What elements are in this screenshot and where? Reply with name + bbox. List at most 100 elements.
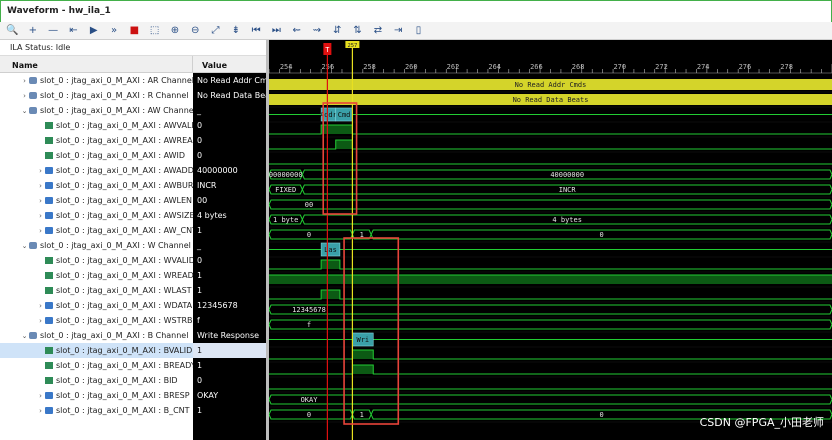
chevron-right-icon[interactable]: › xyxy=(20,74,29,88)
signal-value: 12345678 xyxy=(197,301,238,310)
transaction-label: Las xyxy=(324,246,337,254)
bus-value-label: FIXED xyxy=(275,186,296,194)
waveform-svg[interactable]: 254256258260262264266268270272274276278N… xyxy=(269,40,832,440)
chevron-right-icon[interactable]: › xyxy=(36,209,45,223)
zoom-minus-icon[interactable]: — xyxy=(46,23,61,38)
signal-row[interactable]: › slot_0 : jtag_axi_0_M_AXI : BRESP xyxy=(0,388,193,403)
signal-row[interactable]: slot_0 : jtag_axi_0_M_AXI : BREADY xyxy=(0,358,193,373)
high-level-fill xyxy=(335,140,353,149)
bus-value-label: 4 bytes xyxy=(552,216,582,224)
fit-window-icon[interactable]: ⤢ xyxy=(208,23,223,38)
signal-row[interactable]: slot_0 : jtag_axi_0_M_AXI : BVALID xyxy=(0,343,193,358)
signal-value: 0 xyxy=(197,121,203,130)
bus-segment[interactable] xyxy=(269,394,832,405)
disabled-icon[interactable]: ▯ xyxy=(411,23,426,38)
chevron-down-icon[interactable]: ⌄ xyxy=(20,104,29,118)
signal-row[interactable]: › slot_0 : jtag_axi_0_M_AXI : AWLEN xyxy=(0,193,193,208)
snap-icon[interactable]: ⇥ xyxy=(391,23,406,38)
signal-row[interactable]: › slot_0 : jtag_axi_0_M_AXI : AWADDR xyxy=(0,163,193,178)
signal-row[interactable]: ⌄ slot_0 : jtag_axi_0_M_AXI : AW Channel xyxy=(0,103,193,118)
status-bar-label: No Read Addr Cmds xyxy=(515,81,587,89)
signal-row[interactable]: › slot_0 : jtag_axi_0_M_AXI : AWSIZE xyxy=(0,208,193,223)
name-column-header[interactable]: Name xyxy=(12,61,38,70)
signal-row[interactable]: › slot_0 : jtag_axi_0_M_AXI : AR Channel xyxy=(0,73,193,88)
signal-name: slot_0 : jtag_axi_0_M_AXI : WLAST xyxy=(56,286,192,295)
previous-icon[interactable]: ⇤ xyxy=(66,23,81,38)
next-transition-icon[interactable]: ⇝ xyxy=(310,23,325,38)
zoom-plus-icon[interactable]: + xyxy=(25,23,40,38)
time-cursor-label: 257 xyxy=(347,43,357,49)
chevron-right-icon[interactable]: › xyxy=(20,89,29,103)
signal-name: slot_0 : jtag_axi_0_M_AXI : AR Channel xyxy=(40,76,193,85)
signal-value: No Read Addr Cmds xyxy=(197,76,266,85)
signal-value-list: No Read Addr CmdsNo Read Data Beats_0004… xyxy=(193,73,266,440)
bus-signal-icon xyxy=(45,392,53,399)
signal-name: slot_0 : jtag_axi_0_M_AXI : WSTRB xyxy=(56,316,193,325)
bit-waveform[interactable] xyxy=(269,259,832,270)
column-header: Name Value xyxy=(0,56,266,73)
signal-row[interactable]: slot_0 : jtag_axi_0_M_AXI : WVALID xyxy=(0,253,193,268)
stop-icon[interactable]: ■ xyxy=(127,23,142,38)
signal-row[interactable]: › slot_0 : jtag_axi_0_M_AXI : AWBURST xyxy=(0,178,193,193)
waveform-canvas[interactable]: 254256258260262264266268270272274276278N… xyxy=(269,40,832,440)
chevron-right-icon[interactable]: › xyxy=(36,224,45,238)
chevron-right-icon[interactable]: › xyxy=(36,314,45,328)
signal-name: slot_0 : jtag_axi_0_M_AXI : AW_CNT xyxy=(56,226,193,235)
high-level-fill xyxy=(321,290,340,299)
chevron-down-icon[interactable]: ⌄ xyxy=(20,239,29,253)
zoom-in-icon[interactable]: ⊕ xyxy=(167,23,182,38)
search-icon[interactable]: 🔍 xyxy=(5,23,20,38)
signal-row[interactable]: slot_0 : jtag_axi_0_M_AXI : WLAST xyxy=(0,283,193,298)
chevron-right-icon[interactable]: › xyxy=(36,194,45,208)
chevron-down-icon[interactable]: ⌄ xyxy=(20,329,29,343)
signal-row[interactable]: › slot_0 : jtag_axi_0_M_AXI : B_CNT xyxy=(0,403,193,418)
column-separator[interactable] xyxy=(192,56,193,73)
chevron-right-icon[interactable]: › xyxy=(36,389,45,403)
signal-row[interactable]: slot_0 : jtag_axi_0_M_AXI : WREADY xyxy=(0,268,193,283)
prev-transition-icon[interactable]: ⇜ xyxy=(289,23,304,38)
bit-signal-icon xyxy=(45,287,53,294)
go-last-icon[interactable]: ⏭ xyxy=(269,23,284,38)
signal-row[interactable]: › slot_0 : jtag_axi_0_M_AXI : AW_CNT xyxy=(0,223,193,238)
run-icon[interactable]: ▶ xyxy=(86,23,101,38)
signal-row[interactable]: › slot_0 : jtag_axi_0_M_AXI : WDATA xyxy=(0,298,193,313)
group-icon xyxy=(29,77,37,84)
add-marker-icon[interactable]: ⇵ xyxy=(330,23,345,38)
high-level-fill xyxy=(352,365,374,374)
signal-row[interactable]: › slot_0 : jtag_axi_0_M_AXI : WSTRB xyxy=(0,313,193,328)
bus-segment[interactable] xyxy=(269,199,832,210)
signal-row[interactable]: slot_0 : jtag_axi_0_M_AXI : AWID xyxy=(0,148,193,163)
signal-value: _ xyxy=(197,241,201,250)
signal-row[interactable]: slot_0 : jtag_axi_0_M_AXI : AWREADY xyxy=(0,133,193,148)
zoom-out-icon[interactable]: ⊖ xyxy=(188,23,203,38)
bus-value-label: f xyxy=(307,321,311,329)
signal-row[interactable]: › slot_0 : jtag_axi_0_M_AXI : R Channel xyxy=(0,88,193,103)
signal-value: 0 xyxy=(197,151,203,160)
chevron-right-icon[interactable]: › xyxy=(36,179,45,193)
bus-segment[interactable] xyxy=(269,319,832,330)
value-column-header[interactable]: Value xyxy=(202,61,227,70)
signal-row[interactable]: ⌄ slot_0 : jtag_axi_0_M_AXI : B Channel xyxy=(0,328,193,343)
signal-value: 1 xyxy=(193,343,266,358)
bus-value-label: 40000000 xyxy=(550,171,584,179)
bit-waveform[interactable] xyxy=(269,139,832,150)
ruler-tick-label: 262 xyxy=(447,63,460,71)
go-first-icon[interactable]: ⏮ xyxy=(249,23,264,38)
bit-waveform[interactable] xyxy=(269,124,832,135)
signal-value: 1 xyxy=(197,361,203,370)
zoom-fit-icon[interactable]: ⬚ xyxy=(147,23,162,38)
bus-segment[interactable] xyxy=(269,304,832,315)
chevron-right-icon[interactable]: › xyxy=(36,164,45,178)
ruler-tick-label: 278 xyxy=(780,63,793,71)
chevron-right-icon[interactable]: › xyxy=(36,299,45,313)
swap-icon[interactable]: ⇅ xyxy=(350,23,365,38)
bit-waveform[interactable] xyxy=(269,289,832,300)
signal-name: slot_0 : jtag_axi_0_M_AXI : AWVALID xyxy=(56,121,193,130)
signal-row[interactable]: slot_0 : jtag_axi_0_M_AXI : AWVALID xyxy=(0,118,193,133)
run-fast-icon[interactable]: » xyxy=(107,23,122,38)
marker-icon[interactable]: ⇟ xyxy=(228,23,243,38)
signal-row[interactable]: ⌄ slot_0 : jtag_axi_0_M_AXI : W Channel xyxy=(0,238,193,253)
swap-alt-icon[interactable]: ⇄ xyxy=(370,23,385,38)
signal-row[interactable]: slot_0 : jtag_axi_0_M_AXI : BID xyxy=(0,373,193,388)
chevron-right-icon[interactable]: › xyxy=(36,404,45,418)
